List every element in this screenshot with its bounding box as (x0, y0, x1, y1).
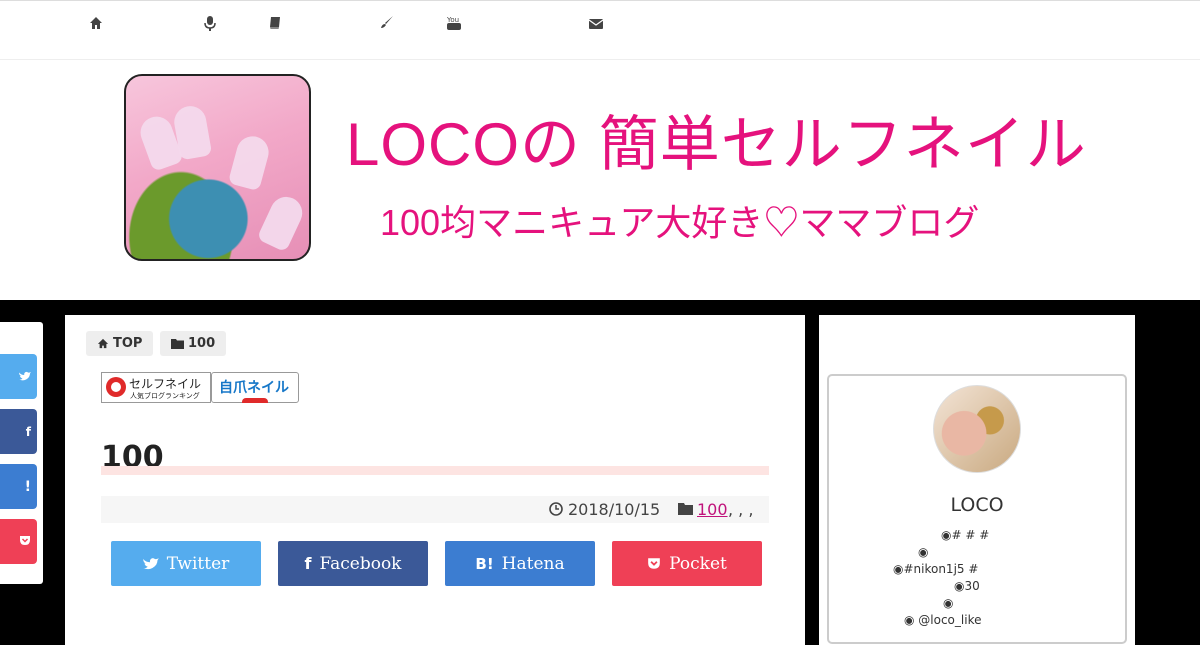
twitter-icon (142, 558, 159, 570)
share-pocket-label: Pocket (669, 553, 727, 574)
microphone-icon[interactable] (203, 15, 219, 31)
rail-facebook-button[interactable]: f (0, 409, 37, 454)
share-hatena-label: Hatena (501, 553, 565, 574)
breadcrumb-top[interactable]: TOP (86, 331, 154, 356)
title-underline (101, 466, 769, 475)
envelope-icon[interactable] (588, 15, 605, 31)
clock-icon (549, 500, 563, 520)
ranking-banner-main: セルフネイル (129, 377, 202, 391)
post-category-link[interactable]: 100 (697, 500, 728, 519)
site-subtitle: 100均マニキュア大好き♡ママブログ (380, 202, 980, 243)
profile-line: ◉30 (954, 579, 980, 593)
share-facebook-label: Facebook (319, 553, 402, 574)
breadcrumb-top-label: TOP (113, 336, 143, 351)
profile-line: ◉#nikon1j5 # (893, 562, 979, 576)
ranking-logo-icon (106, 377, 126, 397)
youtube-icon[interactable]: You (446, 15, 463, 31)
post-meta: 2018/10/15 100 , , , (101, 496, 769, 523)
nail-banner-label: 自爪ネイル (219, 379, 289, 395)
facebook-icon: f (304, 554, 312, 573)
share-facebook-button[interactable]: f Facebook (278, 541, 428, 586)
book-icon[interactable] (268, 15, 284, 31)
profile-line: ◉# # # (941, 528, 990, 542)
folder-icon (171, 339, 184, 349)
article-main: TOP 100 セルフネイル 人気ブログランキング 自爪ネイル 100 2018… (65, 315, 805, 645)
share-rail: f ! (0, 322, 43, 584)
home-icon[interactable] (89, 15, 105, 31)
rail-hatena-button[interactable]: ! (0, 464, 37, 509)
facebook-icon: f (25, 424, 31, 439)
profile-line: ◉ (943, 596, 954, 610)
home-icon (97, 338, 109, 349)
sidebar: LOCO ◉# # # ◉ ◉#nikon1j5 # ◉30 ◉ ◉ @loco… (819, 315, 1135, 645)
share-twitter-label: Twitter (166, 553, 230, 574)
brush-icon[interactable] (379, 15, 395, 31)
nail-banner[interactable]: 自爪ネイル (211, 372, 299, 403)
share-pocket-button[interactable]: Pocket (612, 541, 762, 586)
profile-name: LOCO (950, 494, 1004, 516)
blog-ranking-banner[interactable]: セルフネイル 人気ブログランキング (101, 372, 211, 403)
site-header: LOCOの 簡単セルフネイル 100均マニキュア大好き♡ママブログ (0, 60, 1200, 300)
rail-pocket-button[interactable] (0, 519, 37, 564)
folder-icon (678, 500, 693, 519)
svg-text:You: You (447, 16, 459, 24)
profile-line: ◉ @loco_like (904, 613, 982, 627)
breadcrumb-category[interactable]: 100 (160, 331, 227, 356)
pocket-icon (19, 534, 31, 550)
profile-line: ◉ (918, 545, 929, 559)
post-date: 2018/10/15 (568, 500, 661, 519)
hatena-icon: B! (475, 554, 494, 573)
ranking-banner-sub: 人気ブログランキング (130, 393, 200, 400)
share-twitter-button[interactable]: Twitter (111, 541, 261, 586)
hatena-icon: ! (24, 478, 31, 495)
rail-twitter-button[interactable] (0, 354, 37, 399)
twitter-icon (19, 369, 31, 385)
post-tags: , , , (728, 500, 754, 519)
pocket-icon (648, 558, 660, 569)
avatar[interactable] (933, 385, 1021, 473)
top-nav: You (0, 0, 1200, 60)
share-hatena-button[interactable]: B! Hatena (445, 541, 595, 586)
breadcrumb-category-label: 100 (188, 336, 216, 351)
site-title[interactable]: LOCOの 簡単セルフネイル (346, 96, 1087, 183)
profile-card: LOCO ◉# # # ◉ ◉#nikon1j5 # ◉30 ◉ ◉ @loco… (827, 374, 1127, 644)
site-logo-image[interactable] (124, 74, 311, 261)
